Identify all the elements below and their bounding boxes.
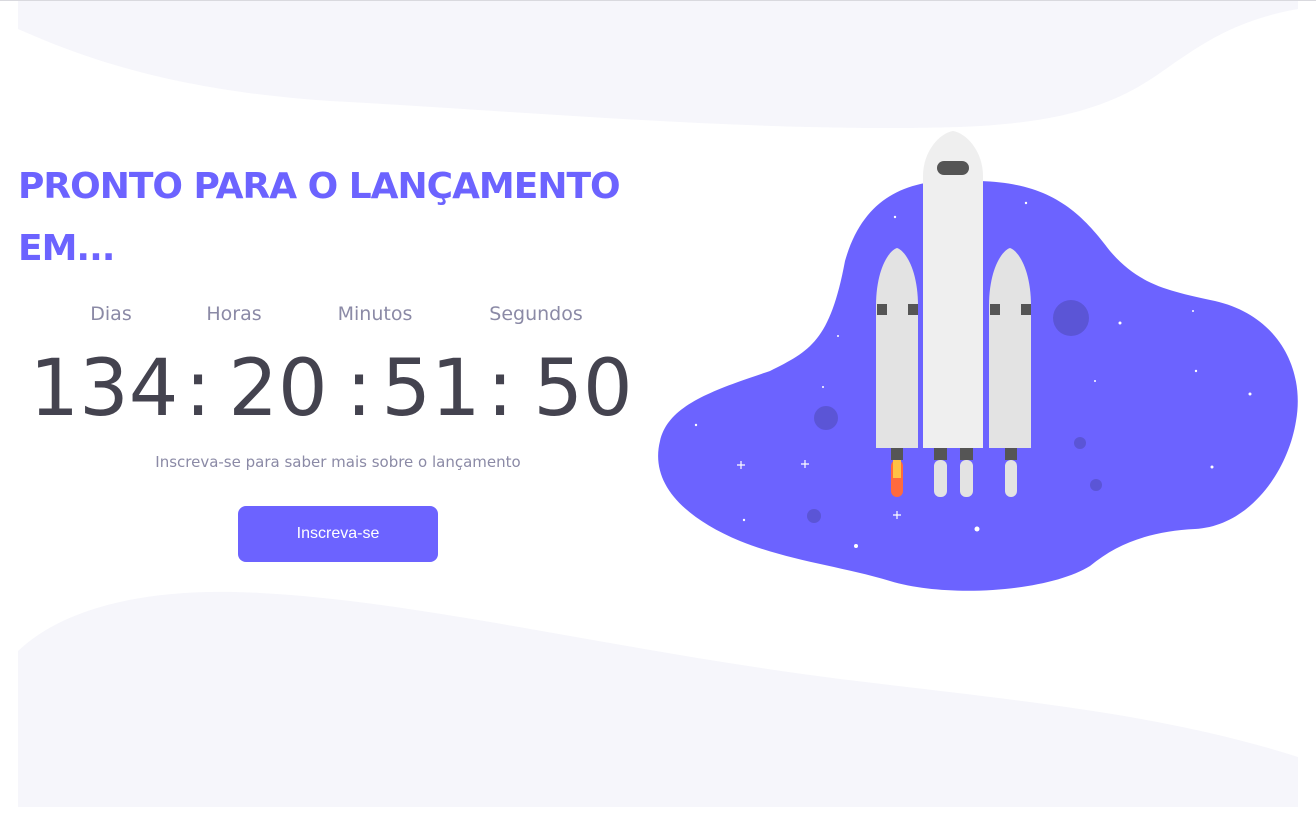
bottom-wave: [18, 591, 1298, 807]
separator: :: [345, 344, 373, 434]
days-value: 134: [29, 344, 179, 434]
countdown-labels: Dias Horas Minutos Segundos: [0, 303, 660, 329]
planet: [814, 406, 838, 430]
separator: :: [184, 344, 212, 434]
seconds-label: Segundos: [489, 303, 583, 325]
subtitle-text: Inscreva-se para saber mais sobre o lanç…: [155, 453, 521, 471]
countdown-timer: 134 : 20 : 51 : 50: [0, 341, 660, 437]
page: PRONTO PARA O LANÇAMENTO EM... Dias Hora…: [0, 0, 1316, 820]
planet: [807, 509, 821, 523]
top-wave: [18, 1, 1298, 129]
seconds-value: 50: [533, 344, 633, 434]
rocket-launch-illustration: [658, 131, 1298, 591]
planet: [1074, 437, 1086, 449]
title-line-2: EM...: [18, 228, 115, 269]
hours-label: Horas: [206, 303, 262, 325]
minutes-label: Minutos: [337, 303, 413, 325]
separator: :: [486, 344, 514, 434]
minutes-value: 51: [381, 344, 481, 434]
planet: [1053, 300, 1089, 336]
title-line-1: PRONTO PARA O LANÇAMENTO: [18, 166, 621, 207]
subscribe-button[interactable]: Inscreva-se: [238, 506, 438, 562]
page-title: PRONTO PARA O LANÇAMENTO EM...: [18, 156, 658, 280]
planet: [1090, 479, 1102, 491]
days-label: Dias: [90, 303, 132, 325]
hours-value: 20: [228, 344, 328, 434]
